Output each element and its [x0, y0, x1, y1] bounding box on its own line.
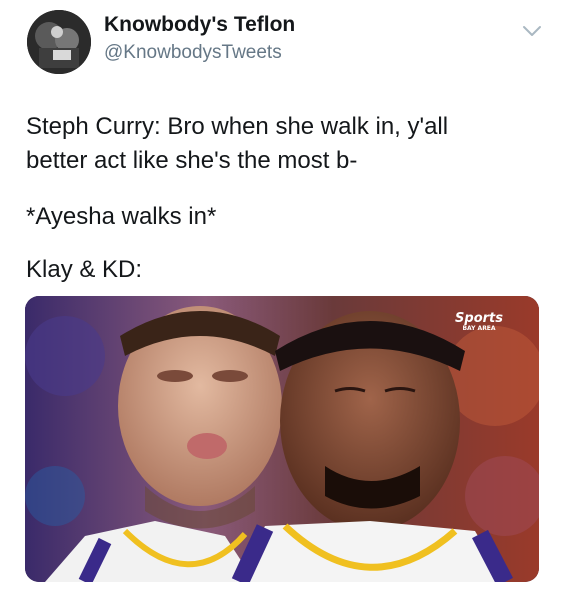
watermark-logo: Sports BAY AREA	[455, 312, 503, 333]
tweet-text-line: Klay & KD:	[26, 256, 143, 283]
watermark-brand: Sports	[455, 311, 503, 326]
author-avatar[interactable]	[27, 10, 91, 74]
author-handle[interactable]: @KnowbodysTweets	[104, 42, 282, 64]
tweet-card: Knowbody's Teflon @KnowbodysTweets Steph…	[0, 0, 566, 600]
author-display-name[interactable]: Knowbody's Teflon	[104, 13, 295, 37]
tweet-text-line: Steph Curry: Bro when she walk in, y'all	[26, 113, 449, 140]
watermark-sub: BAY AREA	[462, 325, 496, 332]
tweet-media-image[interactable]: Sports BAY AREA	[25, 296, 539, 582]
tweet-text-line: better act like she's the most b-	[26, 147, 358, 174]
tweet-text-line: *Ayesha walks in*	[26, 203, 217, 230]
chevron-down-icon[interactable]	[521, 22, 543, 40]
avatar-image	[27, 10, 91, 74]
